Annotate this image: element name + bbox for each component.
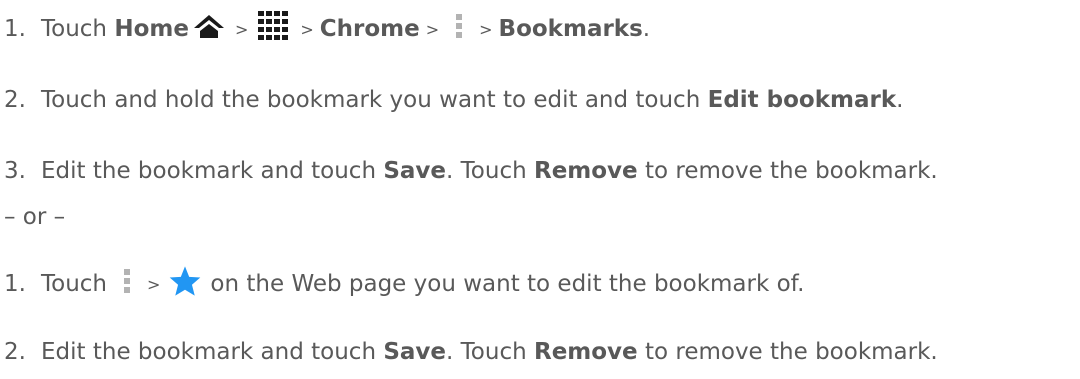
- menu-dots-icon: [123, 268, 131, 300]
- bookmarks-label: Bookmarks: [498, 16, 643, 42]
- remove-label: Remove: [533, 158, 638, 184]
- step-number: 2.: [4, 87, 26, 113]
- or-text: – or –: [4, 204, 66, 230]
- separator: >: [479, 19, 493, 39]
- step-b-2: 2. Edit the bookmark and touch Save. Tou…: [0, 330, 938, 374]
- step-text: Touch: [41, 16, 108, 42]
- remove-label: Remove: [533, 339, 638, 365]
- step-text: Touch and hold the bookmark you want to …: [41, 87, 701, 113]
- star-icon: [168, 265, 202, 303]
- step-a-2: 2. Touch and hold the bookmark you want …: [0, 78, 903, 122]
- chrome-label: Chrome: [319, 16, 420, 42]
- apps-grid-icon: [258, 11, 290, 47]
- separator: >: [234, 19, 249, 39]
- save-label: Save: [383, 158, 447, 184]
- step-text: on the Web page you want to edit the boo…: [210, 271, 805, 297]
- step-text: to remove the bookmark.: [644, 158, 938, 184]
- step-number: 3.: [4, 158, 26, 184]
- step-text: Edit the bookmark and touch: [41, 339, 377, 365]
- period: .: [896, 87, 904, 113]
- step-text: Touch: [41, 271, 108, 297]
- separator: >: [300, 19, 314, 39]
- step-a-1: 1. Touch Home > > Chrome > > Bookmarks .: [0, 7, 650, 51]
- step-number: 1.: [4, 271, 26, 297]
- home-icon: [193, 13, 225, 45]
- step-b-1: 1. Touch > on the Web page you want to e…: [0, 262, 804, 306]
- step-number: 1.: [4, 16, 26, 42]
- step-text: . Touch: [446, 158, 527, 184]
- step-text: Edit the bookmark and touch: [41, 158, 377, 184]
- step-a-3: 3. Edit the bookmark and touch Save. Tou…: [0, 149, 938, 193]
- step-text: . Touch: [446, 339, 527, 365]
- save-label: Save: [383, 339, 447, 365]
- separator: >: [147, 274, 161, 294]
- separator: >: [425, 19, 440, 39]
- step-text: to remove the bookmark.: [644, 339, 938, 365]
- menu-dots-icon: [455, 13, 463, 45]
- or-separator: – or –: [0, 195, 65, 239]
- edit-bookmark-label: Edit bookmark: [707, 87, 897, 113]
- step-number: 2.: [4, 339, 26, 365]
- home-label: Home: [114, 16, 189, 42]
- period: .: [642, 16, 651, 42]
